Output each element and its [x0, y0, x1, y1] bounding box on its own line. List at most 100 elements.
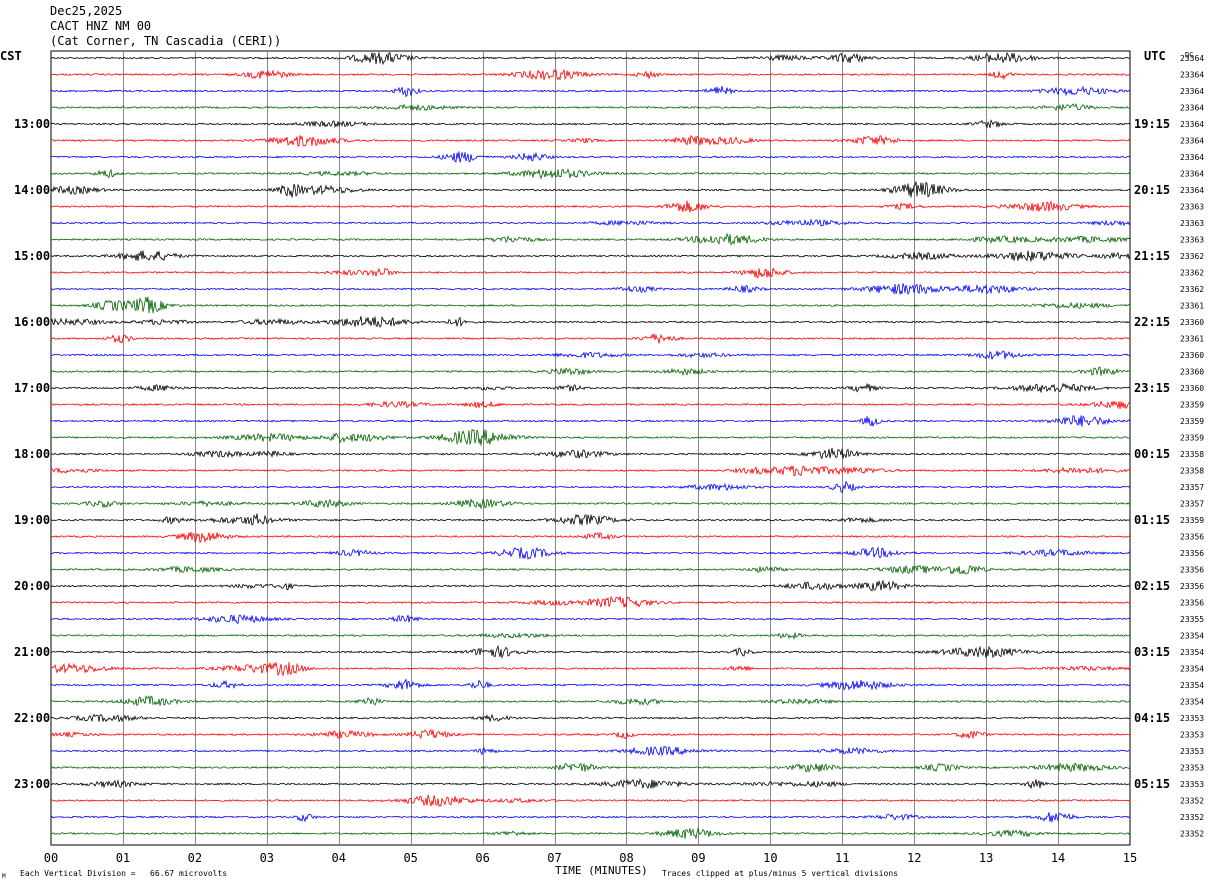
dc-offset-label: 23354 — [1180, 632, 1204, 641]
plot-frame — [50, 50, 1131, 846]
right-hour-label: 20:15 — [1134, 183, 1170, 197]
right-hour-label: 05:15 — [1134, 777, 1170, 791]
dc-offset-label: 23356 — [1180, 566, 1204, 575]
trace-line — [50, 595, 1131, 608]
dc-offset-label: 23364 — [1180, 87, 1204, 96]
dc-offset-label: 23364 — [1180, 120, 1204, 129]
dc-offset-label: 23357 — [1180, 500, 1204, 509]
header-location: (Cat Corner, TN Cascadia (CERI)) — [50, 34, 281, 48]
dc-offset-label: 23356 — [1180, 533, 1204, 542]
dc-offset-label: 23359 — [1180, 434, 1204, 443]
trace-line — [50, 579, 1131, 592]
trace-line — [50, 366, 1131, 377]
dc-offset-label: 23364 — [1180, 186, 1204, 195]
dc-offset-label: 23360 — [1180, 351, 1204, 360]
x-tick-label: 00 — [44, 851, 58, 865]
trace-line — [50, 812, 1131, 823]
dc-offset-label: 23364 — [1180, 137, 1204, 146]
dc-offset-label: 23363 — [1180, 236, 1204, 245]
x-tick-label: 04 — [332, 851, 346, 865]
plot-grid — [50, 50, 1131, 846]
dc-offset-label: 23357 — [1180, 483, 1204, 492]
dc-offset-label: 23359 — [1180, 516, 1204, 525]
right-hour-label: 23:15 — [1134, 381, 1170, 395]
trace-line — [50, 447, 1131, 460]
left-hour-label: 20:00 — [14, 579, 50, 593]
x-tick-label: 13 — [979, 851, 993, 865]
left-hour-label: 16:00 — [14, 315, 50, 329]
trace-line — [50, 296, 1131, 314]
trace-line — [50, 68, 1131, 81]
x-tick-label: 02 — [188, 851, 202, 865]
dc-offset-label: 23360 — [1180, 368, 1204, 377]
x-tick-label: 09 — [691, 851, 705, 865]
trace-line — [50, 531, 1131, 544]
trace-line — [50, 350, 1131, 360]
trace-line — [50, 631, 1131, 641]
trace-line — [50, 267, 1131, 279]
trace-line — [50, 428, 1131, 446]
trace-line — [50, 713, 1131, 723]
trace-line — [50, 644, 1131, 659]
header-station: CACT HNZ NM 00 — [50, 19, 151, 33]
dc-offset-label: 23352 — [1180, 830, 1204, 839]
trace-line — [50, 102, 1131, 112]
dc-offset-label: 23353 — [1180, 780, 1204, 789]
trace-line — [50, 382, 1131, 393]
right-hour-label: 00:15 — [1134, 447, 1170, 461]
dc-offset-label: 23356 — [1180, 549, 1204, 558]
left-timezone-label: CST — [0, 49, 22, 63]
x-tick-label: 15 — [1123, 851, 1137, 865]
dc-offset-label: 23354 — [1180, 698, 1204, 707]
left-hour-label: 23:00 — [14, 777, 50, 791]
clip-note: Traces clipped at plus/minus 5 vertical … — [662, 869, 898, 878]
corner-mark: M — [2, 873, 6, 880]
dc-offset-label: 23354 — [1180, 648, 1204, 657]
dc-offset-label: 23352 — [1180, 813, 1204, 822]
dc-offset-label: 23358 — [1180, 467, 1204, 476]
dc-offset-label: 23353 — [1180, 714, 1204, 723]
dc-offset-label: 23354 — [1180, 665, 1204, 674]
seismogram-chart: Dec25,2025 CACT HNZ NM 00 (Cat Corner, T… — [0, 4, 1204, 880]
trace-line — [50, 762, 1131, 773]
trace-line — [50, 51, 1131, 66]
right-timezone-label: UTC — [1144, 49, 1166, 63]
trace-group — [50, 51, 1131, 839]
trace-line — [50, 794, 1131, 807]
trace-line — [50, 513, 1131, 526]
trace-line — [50, 400, 1131, 410]
dc-offset-label: 23353 — [1180, 731, 1204, 740]
left-hour-label: 18:00 — [14, 447, 50, 461]
x-tick-label: 08 — [619, 851, 633, 865]
right-hour-label: 21:15 — [1134, 249, 1170, 263]
left-hour-label: 21:00 — [14, 645, 50, 659]
dc-offset-label: 23360 — [1180, 384, 1204, 393]
right-hour-label: 19:15 — [1134, 117, 1170, 131]
trace-line — [50, 315, 1131, 328]
dc-offset-label: 23359 — [1180, 401, 1204, 410]
dc-offset-label: 23356 — [1180, 599, 1204, 608]
dc-offset-label: 23362 — [1180, 269, 1204, 278]
trace-line — [50, 333, 1131, 344]
x-tick-label: 03 — [260, 851, 274, 865]
trace-line — [50, 678, 1131, 691]
header-date: Dec25,2025 — [50, 4, 122, 18]
trace-line — [50, 661, 1131, 677]
trace-line — [50, 151, 1131, 163]
left-hour-labels: 13:00 14:00 15:00 16:00 17:00 18:00 19:00 20:00… — [14, 117, 50, 791]
dc-offset-label: 23361 — [1180, 302, 1204, 311]
dc-offset-label: 23360 — [1180, 318, 1204, 327]
trace-line — [50, 778, 1131, 789]
dc-offset-label: 23358 — [1180, 450, 1204, 459]
trace-line — [50, 200, 1131, 213]
dc-offset-label: 23353 — [1180, 747, 1204, 756]
trace-line — [50, 168, 1131, 180]
x-tick-label: 10 — [763, 851, 777, 865]
left-hour-label: 17:00 — [14, 381, 50, 395]
dc-offset-label: 23353 — [1180, 764, 1204, 773]
trace-line — [50, 613, 1131, 624]
trace-line — [50, 85, 1131, 98]
left-hour-label: 22:00 — [14, 711, 50, 725]
dc-offset-label: 23362 — [1180, 252, 1204, 261]
trace-line — [50, 695, 1131, 707]
